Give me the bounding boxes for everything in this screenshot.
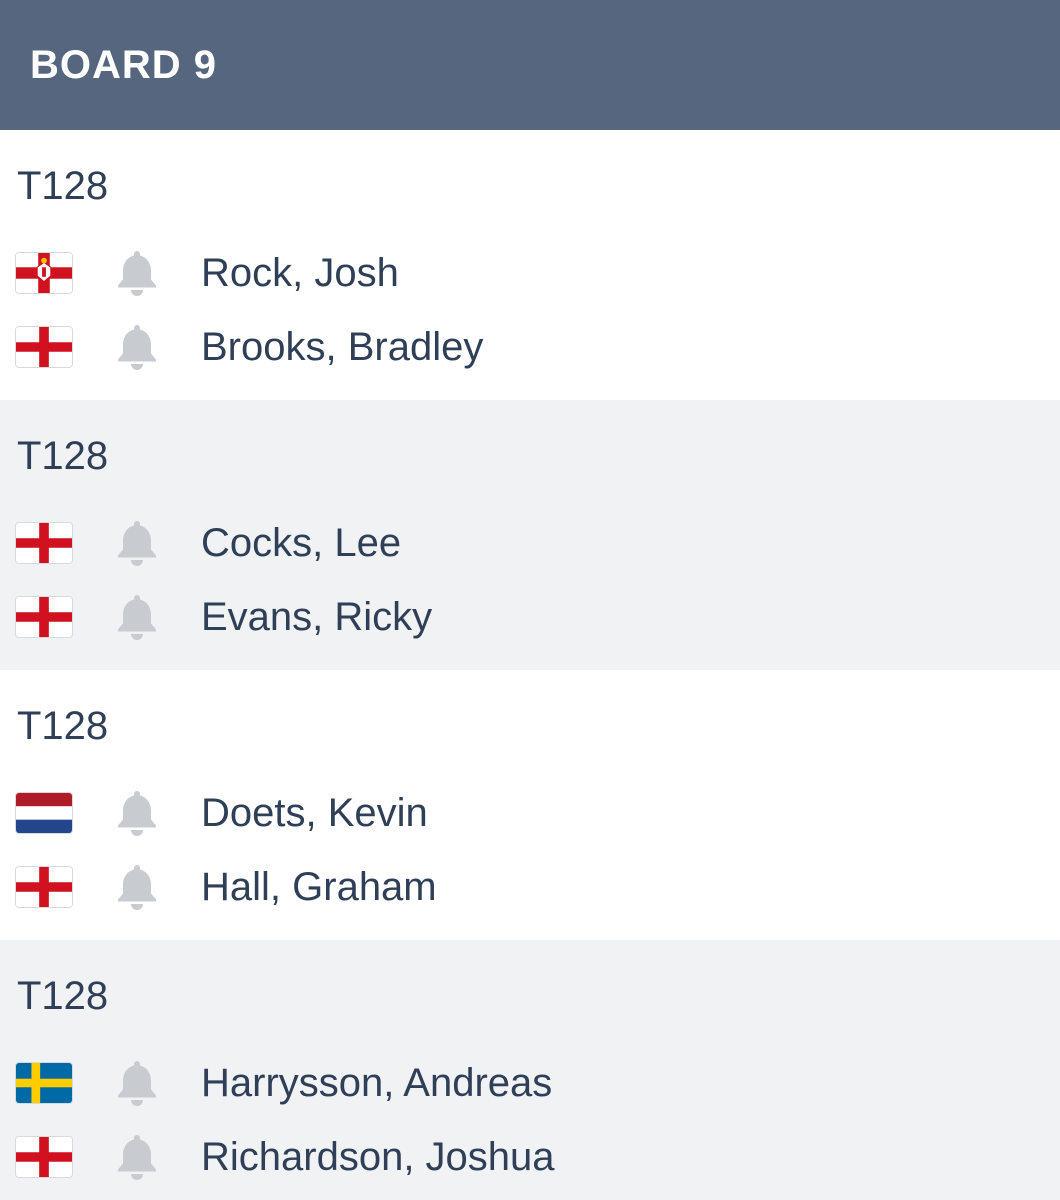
bell-icon[interactable] <box>114 1058 160 1108</box>
sweden-flag-icon <box>15 1062 73 1104</box>
player-row[interactable]: Evans, Ricky <box>0 587 1060 647</box>
board-header: BOARD 9 <box>0 0 1060 130</box>
player-row[interactable]: Harrysson, Andreas <box>0 1053 1060 1113</box>
player-name[interactable]: Evans, Ricky <box>201 593 432 641</box>
bell-icon[interactable] <box>114 592 160 642</box>
player-row[interactable]: Brooks, Bradley <box>0 317 1060 377</box>
player-name[interactable]: Cocks, Lee <box>201 519 401 567</box>
england-flag-icon <box>15 326 73 368</box>
player-name[interactable]: Harrysson, Andreas <box>201 1059 552 1107</box>
match-card[interactable]: T128 Doets, Kevin Hall, Graham <box>0 670 1060 940</box>
match-round: T128 <box>17 164 109 208</box>
match-card[interactable]: T128 Harrysson, Andreas Richardson, Josh… <box>0 940 1060 1200</box>
netherlands-flag-icon <box>15 792 73 834</box>
england-flag-icon <box>15 596 73 638</box>
player-name[interactable]: Richardson, Joshua <box>201 1133 555 1181</box>
match-list: T128 Rock, Josh Brooks, Bradley T128 Coc… <box>0 130 1060 1200</box>
match-round: T128 <box>17 974 109 1018</box>
england-flag-icon <box>15 866 73 908</box>
match-round: T128 <box>17 434 109 478</box>
bell-icon[interactable] <box>114 248 160 298</box>
bell-icon[interactable] <box>114 788 160 838</box>
player-name[interactable]: Brooks, Bradley <box>201 323 483 371</box>
player-name[interactable]: Doets, Kevin <box>201 789 428 837</box>
bell-icon[interactable] <box>114 322 160 372</box>
bell-icon[interactable] <box>114 1132 160 1182</box>
player-row[interactable]: Hall, Graham <box>0 857 1060 917</box>
player-name[interactable]: Hall, Graham <box>201 863 437 911</box>
bell-icon[interactable] <box>114 518 160 568</box>
match-card[interactable]: T128 Cocks, Lee Evans, Ricky <box>0 400 1060 670</box>
player-name[interactable]: Rock, Josh <box>201 249 399 297</box>
england-flag-icon <box>15 1136 73 1178</box>
bell-icon[interactable] <box>114 862 160 912</box>
england-flag-icon <box>15 522 73 564</box>
match-card[interactable]: T128 Rock, Josh Brooks, Bradley <box>0 130 1060 400</box>
board-title: BOARD 9 <box>30 42 218 87</box>
player-row[interactable]: Doets, Kevin <box>0 783 1060 843</box>
northern-ireland-flag-icon <box>15 252 73 294</box>
player-row[interactable]: Richardson, Joshua <box>0 1127 1060 1187</box>
match-round: T128 <box>17 704 109 748</box>
player-row[interactable]: Cocks, Lee <box>0 513 1060 573</box>
player-row[interactable]: Rock, Josh <box>0 243 1060 303</box>
